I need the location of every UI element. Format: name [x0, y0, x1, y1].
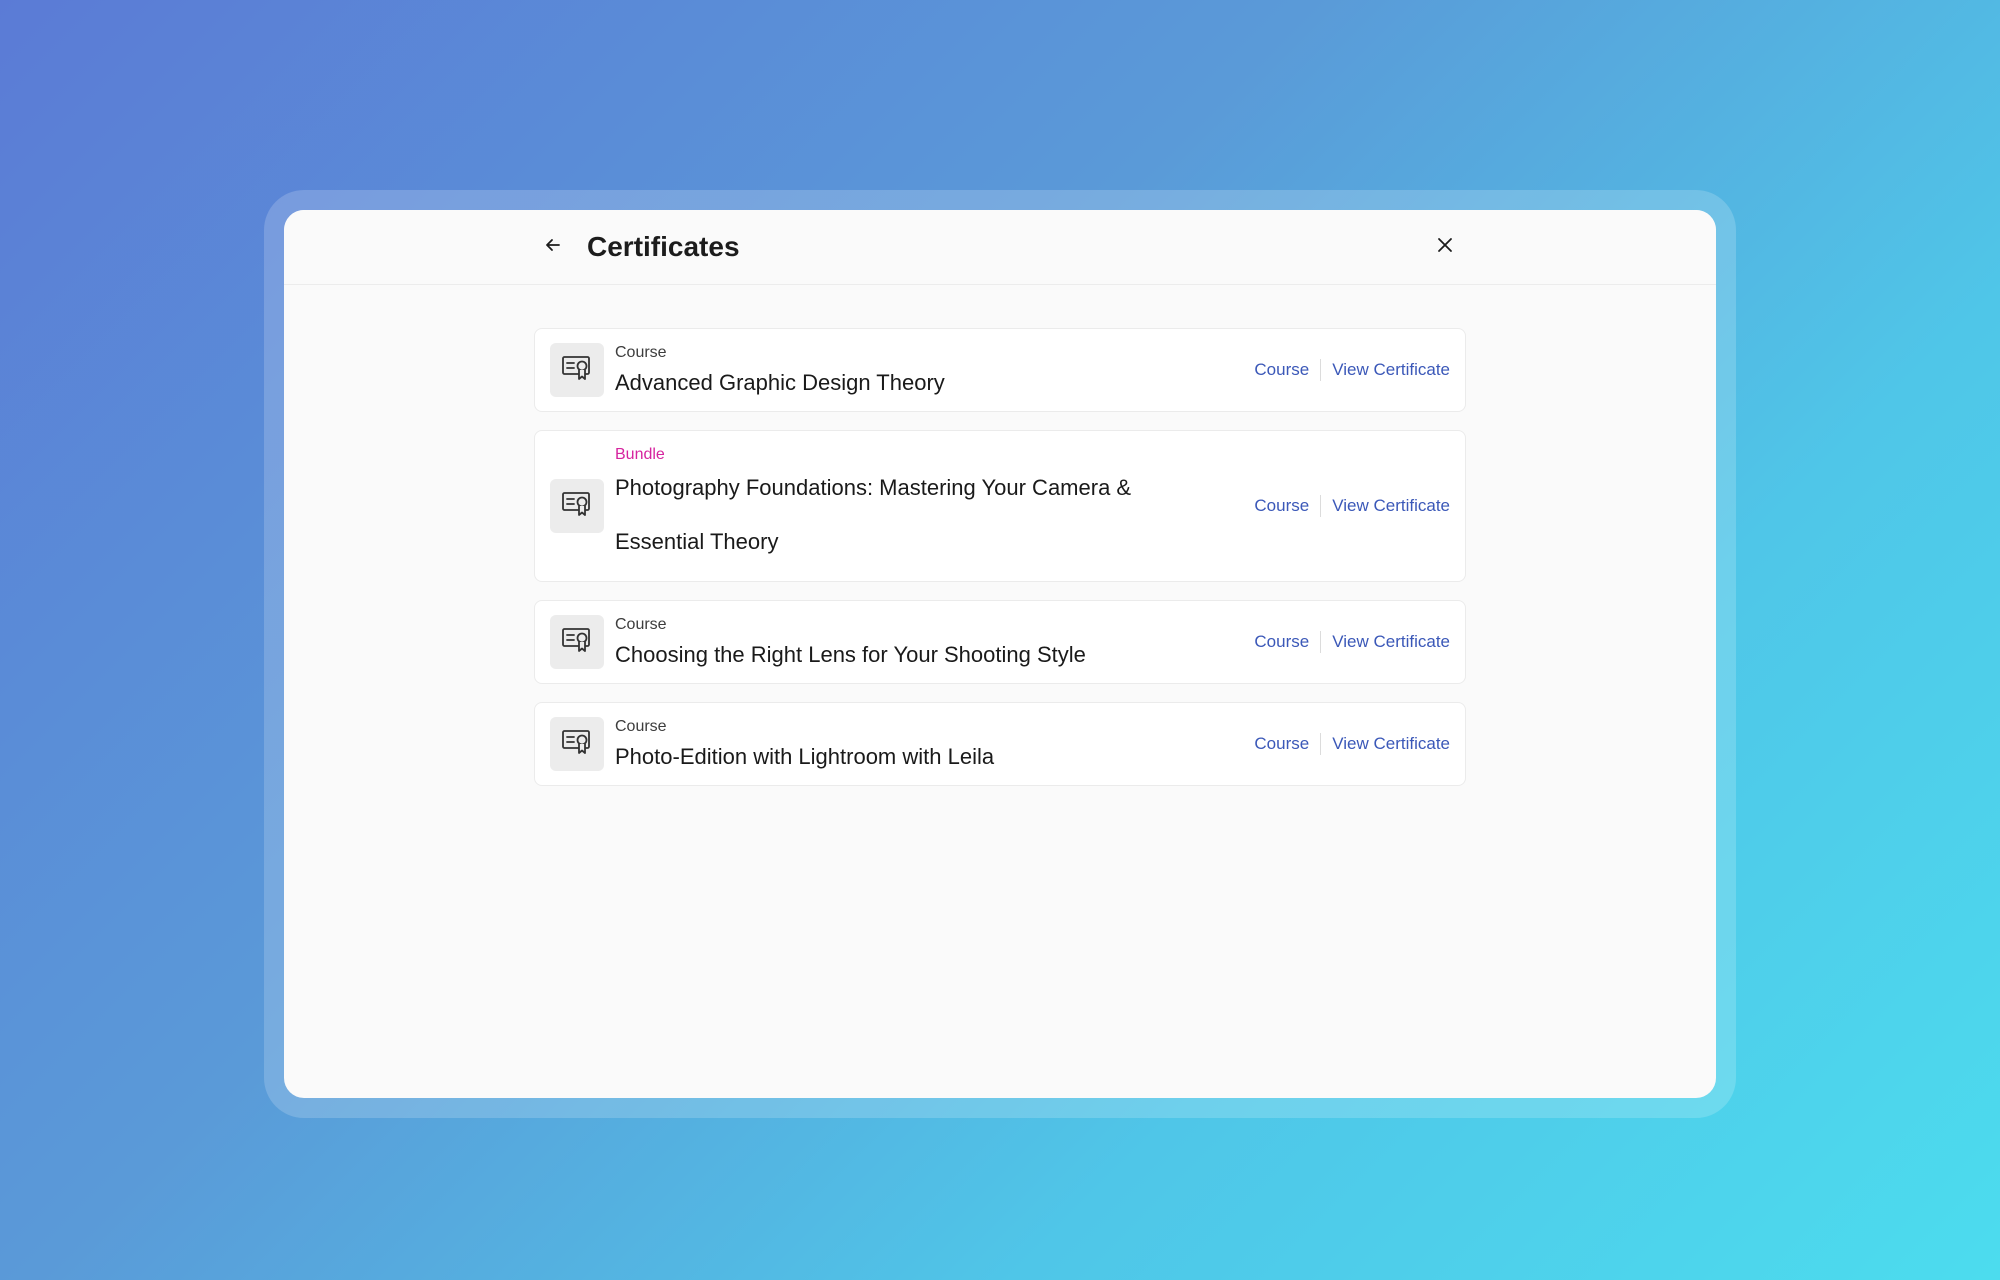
certificate-name: Photography Foundations: Mastering Your …	[615, 475, 1132, 554]
certificate-actions: Course View Certificate	[1254, 631, 1450, 653]
arrow-left-icon	[543, 235, 563, 260]
divider	[1320, 733, 1322, 755]
certificate-card: Course Advanced Graphic Design Theory Co…	[534, 328, 1466, 412]
course-link[interactable]: Course	[1254, 734, 1309, 754]
certificate-actions: Course View Certificate	[1254, 359, 1450, 381]
course-link[interactable]: Course	[1254, 632, 1309, 652]
page-title: Certificates	[587, 231, 740, 262]
dialog-header: Certificates	[284, 210, 1716, 285]
certificates-dialog: Certificates Course Advanced Graphic Des…	[284, 210, 1716, 1098]
certificate-icon	[562, 491, 592, 522]
view-certificate-link[interactable]: View Certificate	[1332, 360, 1450, 380]
certificate-list: Course Advanced Graphic Design Theory Co…	[534, 328, 1466, 804]
view-certificate-link[interactable]: View Certificate	[1332, 496, 1450, 516]
view-certificate-link[interactable]: View Certificate	[1332, 632, 1450, 652]
certificate-icon-box	[550, 615, 604, 669]
back-button[interactable]	[538, 232, 568, 262]
course-link[interactable]: Course	[1254, 496, 1309, 516]
certificate-name: Photo-Edition with Lightroom with Leila	[615, 744, 995, 769]
close-icon	[1435, 235, 1455, 260]
certificate-icon	[562, 355, 592, 386]
certificate-actions: Course View Certificate	[1254, 495, 1450, 517]
certificate-name: Advanced Graphic Design Theory	[615, 370, 945, 395]
certificate-icon	[562, 627, 592, 658]
certificate-actions: Course View Certificate	[1254, 733, 1450, 755]
certificate-name: Choosing the Right Lens for Your Shootin…	[615, 642, 1086, 667]
divider	[1320, 359, 1322, 381]
certificate-icon-box	[550, 343, 604, 397]
certificate-card: Bundle Photography Foundations: Masterin…	[534, 430, 1466, 582]
certificate-icon-box	[550, 479, 604, 533]
divider	[1320, 495, 1322, 517]
divider	[1320, 631, 1322, 653]
certificate-icon	[562, 729, 592, 760]
course-link[interactable]: Course	[1254, 360, 1309, 380]
certificate-card: Course Choosing the Right Lens for Your …	[534, 600, 1466, 684]
certificate-card: Course Photo-Edition with Lightroom with…	[534, 702, 1466, 786]
close-button[interactable]	[1430, 232, 1460, 262]
view-certificate-link[interactable]: View Certificate	[1332, 734, 1450, 754]
certificate-icon-box	[550, 717, 604, 771]
